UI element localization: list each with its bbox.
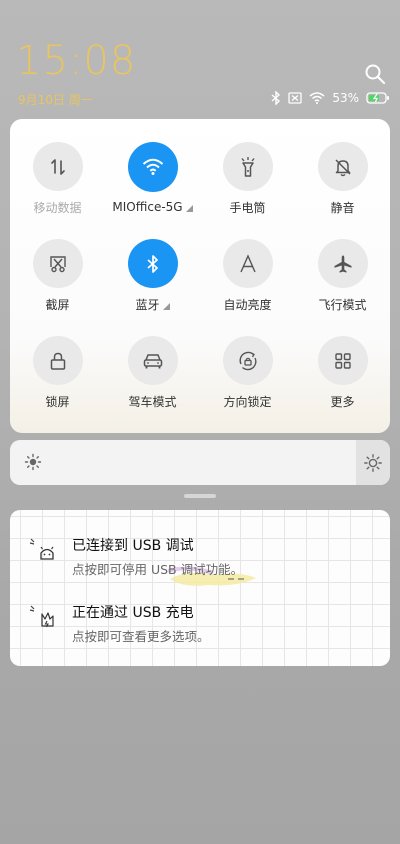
tile-flashlight[interactable]: 手电筒 — [200, 119, 295, 216]
tile-rotation-lock[interactable]: 方向锁定 — [200, 313, 295, 410]
tile-silent-label: 静音 — [330, 201, 355, 215]
notification-title: 已连接到 USB 调试 — [72, 538, 194, 554]
tile-driving-mode[interactable]: 驾车模式 — [105, 313, 200, 410]
status-icons: 53% — [271, 91, 390, 105]
tile-wifi-label: MIOffice-5G — [112, 200, 193, 214]
notification-subtitle: 点按即可停用 USB 调试功能。 — [72, 562, 244, 577]
tile-screenshot-label: 截屏 — [45, 298, 70, 312]
expand-caret-icon[interactable] — [185, 205, 193, 212]
notification-title: 正在通过 USB 充电 — [72, 605, 194, 621]
tile-more-label: 更多 — [330, 395, 355, 409]
tile-rotation-lock-label: 方向锁定 — [223, 395, 272, 409]
car-icon — [143, 353, 162, 368]
tile-auto-brightness-toggle[interactable] — [222, 239, 273, 288]
notification-usb-charging[interactable]: 正在通过 USB 充电 点按即可查看更多选项。 — [28, 602, 210, 645]
quick-settings-grid: 移动数据 MIOffice-5G 手电筒 静音 截屏 蓝牙 自动亮度 飞行模式 … — [10, 119, 390, 410]
android-debug-icon — [29, 538, 54, 560]
tile-driving-mode-label: 驾车模式 — [128, 395, 177, 409]
tile-mobile-data[interactable]: 移动数据 — [10, 119, 105, 216]
scissors-icon — [49, 255, 66, 272]
airplane-icon — [334, 255, 351, 273]
tile-bluetooth[interactable]: 蓝牙 — [105, 216, 200, 313]
quick-settings-panel: 移动数据 MIOffice-5G 手电筒 静音 截屏 蓝牙 自动亮度 飞行模式 … — [10, 119, 390, 433]
date: 9月10日 周一 — [18, 93, 93, 107]
notification-subtitle: 点按即可查看更多选项。 — [72, 629, 210, 644]
tile-airplane-mode[interactable]: 飞行模式 — [295, 216, 390, 313]
brightness-low-icon — [24, 453, 42, 471]
search-icon[interactable] — [364, 63, 386, 85]
wifi-status-icon — [309, 92, 325, 104]
bell-off-icon — [334, 158, 351, 176]
notification-card[interactable]: 已连接到 USB 调试 点按即可停用 USB 调试功能。 正在通过 USB 充电… — [10, 510, 390, 666]
brightness-slider[interactable] — [10, 440, 390, 485]
wifi-icon — [142, 158, 163, 175]
tile-rotation-lock-toggle[interactable] — [222, 336, 273, 385]
tile-bluetooth-label: 蓝牙 — [135, 296, 170, 313]
brightness-handle[interactable] — [356, 440, 390, 485]
drag-handle[interactable] — [184, 494, 216, 498]
tile-auto-brightness-label: 自动亮度 — [223, 298, 272, 312]
notification-usb-debugging[interactable]: 已连接到 USB 调试 点按即可停用 USB 调试功能。 — [28, 535, 243, 578]
swap-arrows-icon — [50, 158, 65, 175]
tile-flashlight-label: 手电筒 — [229, 201, 266, 215]
notification-text: 正在通过 USB 充电 点按即可查看更多选项。 — [72, 602, 210, 645]
bluetooth-icon — [146, 254, 158, 273]
charging-icon — [29, 605, 54, 628]
tile-bluetooth-toggle[interactable] — [127, 239, 178, 288]
tile-lock-screen-toggle[interactable] — [32, 336, 83, 385]
rotation-lock-icon — [239, 351, 256, 370]
tile-mobile-data-toggle[interactable] — [32, 142, 83, 191]
bluetooth-status-icon — [271, 91, 281, 105]
tile-screenshot[interactable]: 截屏 — [10, 216, 105, 313]
tile-silent-toggle[interactable] — [317, 142, 368, 191]
tile-flashlight-toggle[interactable] — [222, 142, 273, 191]
tile-airplane-mode-label: 飞行模式 — [318, 298, 367, 312]
tile-wifi-toggle[interactable] — [127, 142, 178, 192]
no-sim-icon — [288, 92, 302, 104]
clock: 15:08 — [16, 38, 137, 84]
expand-caret-icon[interactable] — [162, 302, 170, 310]
tile-driving-mode-toggle[interactable] — [127, 336, 178, 385]
tile-lock-screen-label: 锁屏 — [45, 395, 70, 409]
tile-auto-brightness[interactable]: 自动亮度 — [200, 216, 295, 313]
tile-more-toggle[interactable] — [317, 336, 368, 385]
notification-text: 已连接到 USB 调试 点按即可停用 USB 调试功能。 — [72, 535, 243, 578]
brightness-high-icon — [364, 453, 382, 472]
tile-screenshot-toggle[interactable] — [32, 239, 83, 288]
lock-icon — [50, 352, 65, 370]
tile-wifi[interactable]: MIOffice-5G — [105, 119, 200, 216]
tile-silent[interactable]: 静音 — [295, 119, 390, 216]
tile-lock-screen[interactable]: 锁屏 — [10, 313, 105, 410]
tile-more[interactable]: 更多 — [295, 313, 390, 410]
grid-icon — [334, 352, 351, 369]
tile-airplane-mode-toggle[interactable] — [317, 239, 368, 288]
tile-mobile-data-label: 移动数据 — [33, 201, 82, 215]
flashlight-icon — [240, 156, 255, 177]
battery-charging-icon — [366, 92, 389, 104]
battery-percent: 53% — [332, 91, 359, 105]
letter-a-icon — [239, 253, 256, 272]
